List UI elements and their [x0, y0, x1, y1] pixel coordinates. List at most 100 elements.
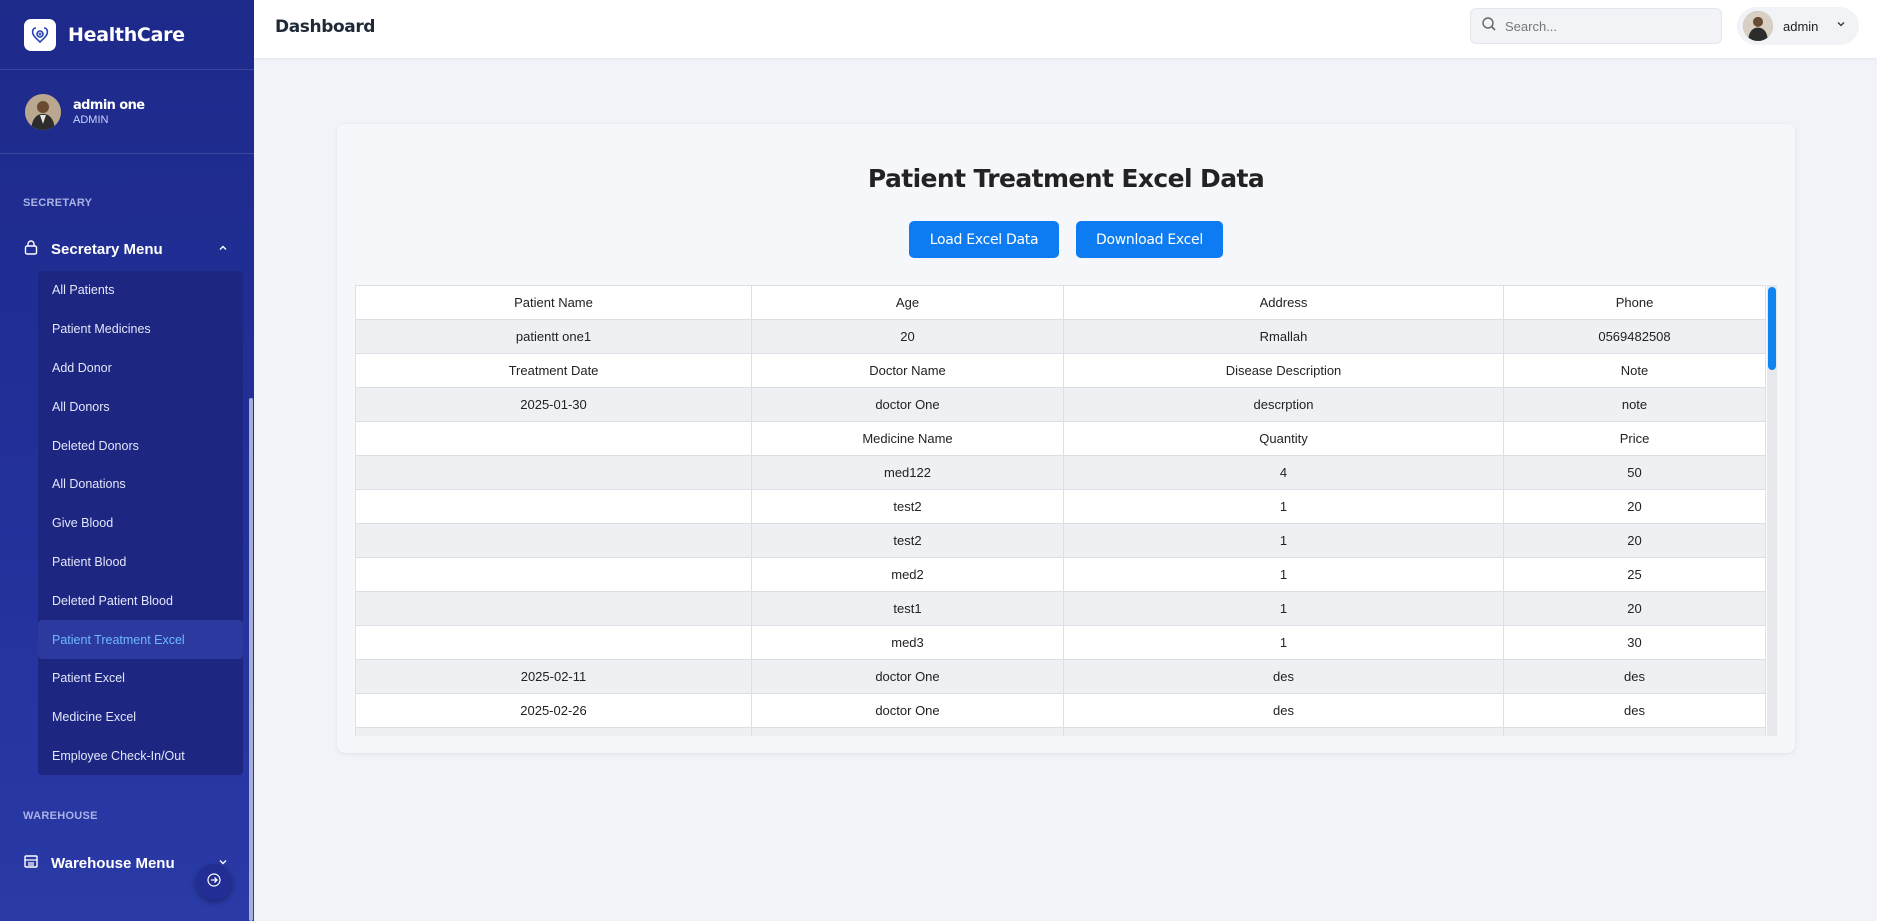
table-cell: 20 [751, 319, 1064, 354]
table-cell: Disease Description [1063, 353, 1504, 388]
table-cell: Age [751, 285, 1064, 320]
search-box[interactable] [1470, 8, 1722, 44]
sidebar: HealthCare admin one ADMIN SECRETARY Sec… [0, 0, 254, 921]
table-cell: med122 [751, 455, 1064, 490]
table-cell: 1 [1063, 625, 1504, 660]
table-cell: 2025-01-30 [355, 387, 752, 422]
table-cell: 0569482508 [1503, 319, 1766, 354]
table-cell: 1 [1063, 557, 1504, 592]
table-cell: med2 [751, 557, 1064, 592]
table-cell: test2 [751, 489, 1064, 524]
sidebar-item-all-patients[interactable]: All Patients [38, 271, 243, 310]
chevron-down-icon [1835, 17, 1847, 35]
user-menu[interactable]: admin [1737, 7, 1859, 45]
table-cell: doctor One [751, 387, 1064, 422]
table-cell: 20 [1503, 591, 1766, 626]
table-row: 2025-02-11 doctor One des des [355, 659, 1766, 694]
secretary-menu-toggle[interactable]: Secretary Menu [23, 234, 229, 264]
table-row: med2 1 25 [355, 557, 1766, 592]
secretary-submenu: All Patients Patient Medicines Add Donor… [38, 271, 243, 775]
table-row: Medicine Name Quantity Price [355, 421, 1766, 456]
table-cell: 1 [1063, 591, 1504, 626]
brand[interactable]: HealthCare [0, 0, 254, 70]
table-cell: Phone [1503, 285, 1766, 320]
sidebar-scrollbar[interactable] [249, 398, 253, 921]
table-cell: note [1503, 387, 1766, 422]
table-row: med122 4 50 [355, 455, 1766, 490]
table-cell: 50 [1503, 455, 1766, 490]
table-cell: Quantity [1063, 421, 1504, 456]
collapse-sidebar-button[interactable] [196, 864, 232, 900]
sidebar-item-patient-blood[interactable]: Patient Blood [38, 543, 243, 582]
user-name: admin [1783, 18, 1819, 34]
table-scrollbar[interactable] [1767, 285, 1777, 736]
table-cell: des [1063, 659, 1504, 694]
table-cell [355, 455, 752, 490]
table-row: 2025-01-30 doctor One descrption note [355, 387, 1766, 422]
table-cell [355, 421, 752, 456]
table-cell: Medicine Name [751, 421, 1064, 456]
sidebar-item-medicine-excel[interactable]: Medicine Excel [38, 698, 243, 737]
avatar [1743, 11, 1773, 41]
table-cell: 1 [1063, 489, 1504, 524]
table-cell: des [1063, 693, 1504, 728]
sidebar-item-employee-check-in-out[interactable]: Employee Check-In/Out [38, 737, 243, 776]
table-scrollbar-thumb[interactable] [1768, 287, 1776, 370]
sidebar-item-give-blood[interactable]: Give Blood [38, 504, 243, 543]
table-cell: 30 [1503, 625, 1766, 660]
table-row: Treatment Date Doctor Name Disease Descrip… [355, 353, 1766, 388]
table-cell: Doctor Name [751, 353, 1064, 388]
table-cell: Rmallah [1063, 319, 1504, 354]
table-cell: des [1503, 659, 1766, 694]
sidebar-item-all-donors[interactable]: All Donors [38, 387, 243, 426]
sidebar-item-deleted-patient-blood[interactable]: Deleted Patient Blood [38, 581, 243, 620]
section-label-warehouse: WAREHOUSE [23, 810, 98, 822]
table-cell: 20 [1503, 523, 1766, 558]
page-title: Dashboard [275, 17, 376, 37]
topbar: Dashboard admin [254, 0, 1877, 58]
sidebar-item-patient-excel[interactable]: Patient Excel [38, 659, 243, 698]
table-cell: patientt one1 [355, 319, 752, 354]
table-cell: test2 [751, 523, 1064, 558]
sidebar-item-all-donations[interactable]: All Donations [38, 465, 243, 504]
sidebar-item-add-donor[interactable]: Add Donor [38, 349, 243, 388]
table-cell: Price [1503, 421, 1766, 456]
secretary-menu-label: Secretary Menu [51, 240, 163, 258]
table-cell: 2025-02-11 [355, 659, 752, 694]
profile-name: admin one [73, 97, 145, 113]
table-cell: 4 [1063, 455, 1504, 490]
sidebar-profile[interactable]: admin one ADMIN [0, 70, 254, 154]
profile-role: ADMIN [73, 113, 109, 126]
table-row [355, 727, 1766, 736]
table-cell [355, 625, 752, 660]
healthcare-logo-icon [24, 18, 56, 51]
table-cell: Treatment Date [355, 353, 752, 388]
table-cell: 25 [1503, 557, 1766, 592]
table-cell [1063, 727, 1504, 736]
table-cell: Note [1503, 353, 1766, 388]
table-cell [1503, 727, 1766, 736]
warehouse-menu-label: Warehouse Menu [51, 854, 175, 872]
table-cell [355, 727, 752, 736]
table-cell [751, 727, 1064, 736]
table-cell [355, 489, 752, 524]
table-cell: 2025-02-26 [355, 693, 752, 728]
warehouse-icon [23, 853, 39, 873]
chevron-up-icon [217, 241, 229, 258]
sidebar-item-patient-medicines[interactable]: Patient Medicines [38, 310, 243, 349]
arrow-right-icon [207, 872, 221, 892]
avatar [25, 93, 61, 130]
search-icon [1481, 16, 1497, 37]
table-cell: des [1503, 693, 1766, 728]
search-input[interactable] [1505, 18, 1705, 34]
sidebar-item-patient-treatment-excel[interactable]: Patient Treatment Excel [38, 620, 243, 659]
table-cell: 20 [1503, 489, 1766, 524]
load-excel-button[interactable]: Load Excel Data [909, 221, 1059, 258]
table-row: med3 1 30 [355, 625, 1766, 660]
app-name: HealthCare [68, 23, 185, 46]
sidebar-item-deleted-donors[interactable]: Deleted Donors [38, 426, 243, 465]
excel-table-container[interactable]: Patient Name Age Address Phone patientt one1… [355, 285, 1777, 736]
table-row: Patient Name Age Address Phone [355, 285, 1766, 320]
download-excel-button[interactable]: Download Excel [1076, 221, 1223, 258]
table-cell: Address [1063, 285, 1504, 320]
